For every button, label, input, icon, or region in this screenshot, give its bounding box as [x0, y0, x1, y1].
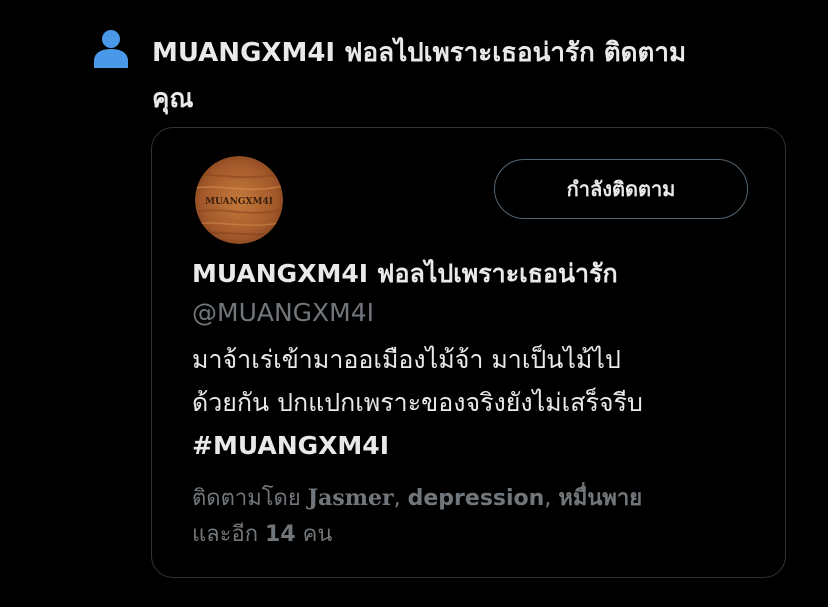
notification-line-1: MUANGXM4I ฟอลไปเพราะเธอน่ารัก ติดตาม: [152, 38, 687, 68]
bio-line-1: มาจ้าเร่เข้ามาออเมืองไม้จ้า มาเป็นไม้ไป: [192, 345, 621, 374]
followed-by-more-prefix: และอีก: [192, 522, 259, 547]
followed-by-count: 14: [265, 522, 296, 547]
notification-line-2: คุณ: [152, 84, 194, 114]
separator-2: ,: [544, 486, 552, 511]
profile-bio: มาจ้าเร่เข้ามาออเมืองไม้จ้า มาเป็นไม้ไป …: [192, 338, 767, 467]
follower-name-1: Jasmer: [307, 485, 394, 511]
followed-by-line-1: ติดตามโดย Jasmer, depression, หมื่นพาย: [192, 480, 772, 517]
follower-name-3: หมื่นพาย: [558, 486, 643, 511]
followed-by-suffix: คน: [302, 522, 333, 547]
follower-name-2: depression: [407, 486, 545, 511]
following-button[interactable]: กำลังติดตาม: [494, 159, 748, 219]
followed-by-line-2: และอีก 14 คน: [192, 517, 772, 553]
followed-by-prefix: ติดตามโดย: [192, 486, 301, 511]
display-name[interactable]: MUANGXM4I ฟอลไปเพราะเธอน่ารัก: [192, 255, 772, 293]
bio-line-2: ด้วยกัน ปกแปกเพราะของจริงยังไม่เสร็จรีบ: [192, 388, 643, 417]
user-handle[interactable]: @MUANGXM4I: [192, 294, 374, 332]
hashtag-link[interactable]: #MUANGXM4I: [192, 424, 767, 467]
person-icon: [92, 28, 130, 68]
follow-notification-text[interactable]: MUANGXM4I ฟอลไปเพราะเธอน่ารัก ติดตาม คุณ: [152, 30, 802, 122]
wood-logo-avatar[interactable]: MUANGXM4I: [195, 156, 283, 244]
profile-card[interactable]: MUANGXM4I กำลังติดตาม MUANGXM4I ฟอลไปเพร…: [151, 127, 786, 578]
separator-1: ,: [393, 486, 401, 511]
followed-by-text[interactable]: ติดตามโดย Jasmer, depression, หมื่นพาย แ…: [192, 480, 772, 553]
svg-text:MUANGXM4I: MUANGXM4I: [205, 197, 273, 207]
